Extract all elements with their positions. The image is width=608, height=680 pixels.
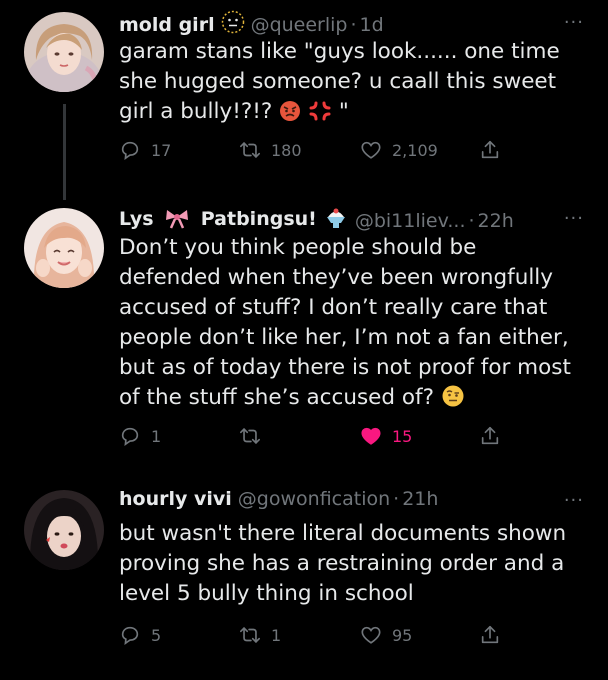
reply-button[interactable]: 1 <box>119 425 161 447</box>
timestamp[interactable]: 21h <box>402 488 438 510</box>
like-icon <box>361 427 381 445</box>
retweet-button[interactable]: 180 <box>239 139 302 161</box>
share-icon <box>481 140 499 159</box>
display-name-part2: Patbingsu! <box>200 208 317 230</box>
tweet-header: hourly vivi @gowonfication · 21h <box>119 488 578 510</box>
share-icon <box>481 625 499 644</box>
more-icon[interactable]: ··· <box>564 12 584 33</box>
tweet-header: mold girl @queerlip · 1d <box>119 10 578 39</box>
like-count: 15 <box>392 426 413 446</box>
handle[interactable]: @bi11liev... <box>355 210 466 232</box>
angry-face-emoji-icon <box>279 100 301 131</box>
separator-dot: · <box>393 488 400 510</box>
retweet-icon <box>240 627 260 643</box>
action-bar: 1 15 <box>119 425 584 455</box>
handle[interactable]: @queerlip <box>251 14 348 36</box>
ribbon-emoji-icon <box>164 207 190 234</box>
retweet-button[interactable] <box>239 425 271 447</box>
retweet-icon <box>240 142 260 158</box>
retweet-count: 180 <box>271 140 302 160</box>
like-icon <box>361 626 381 644</box>
share-button[interactable] <box>479 425 511 447</box>
display-name-part1: Lys <box>119 208 154 230</box>
raised-eyebrow-emoji-icon <box>441 384 465 417</box>
share-button[interactable] <box>479 624 511 646</box>
retweet-count: 1 <box>271 625 282 645</box>
more-icon[interactable]: ··· <box>564 490 584 511</box>
separator-dot: · <box>468 209 475 232</box>
display-name[interactable]: hourly vivi <box>119 488 232 510</box>
action-bar: 17 180 2,109 <box>119 139 584 169</box>
share-icon <box>481 426 499 445</box>
tweet-text: garam stans like "guys look...... one ti… <box>119 37 584 131</box>
shaved-ice-emoji-icon <box>323 206 349 235</box>
tweet-text: Don’t you think people should be defende… <box>119 233 584 417</box>
action-bar: 5 1 95 <box>119 624 584 654</box>
handle[interactable]: @gowonfication <box>238 488 390 510</box>
timestamp[interactable]: 22h <box>478 210 514 232</box>
like-button[interactable]: 95 <box>360 624 412 646</box>
like-count: 95 <box>392 625 413 645</box>
tweet-text-main: Don’t you think people should be defende… <box>119 235 571 410</box>
timestamp[interactable]: 1d <box>360 14 384 36</box>
retweet-button[interactable]: 1 <box>239 624 281 646</box>
like-count: 2,109 <box>392 140 438 160</box>
more-icon[interactable]: ··· <box>564 208 584 229</box>
reply-icon <box>121 626 139 645</box>
tweet-1[interactable]: mold girl @queerlip · 1d ··· garam stans… <box>0 0 608 200</box>
retweet-icon <box>240 428 260 444</box>
display-name[interactable]: Lys Patbingsu! <box>119 207 317 234</box>
tweet-header: Lys Patbingsu! @bi11liev... · 22h <box>119 206 578 235</box>
avatar[interactable] <box>24 12 104 92</box>
share-button[interactable] <box>479 139 511 161</box>
reply-button[interactable]: 5 <box>119 624 161 646</box>
anger-symbol-emoji-icon <box>308 100 332 131</box>
tweet-text: but wasn't there literal documents shown… <box>119 521 567 606</box>
display-name[interactable]: mold girl <box>119 14 215 36</box>
avatar[interactable] <box>24 490 104 570</box>
reply-count: 1 <box>151 426 162 446</box>
like-button[interactable]: 15 <box>360 425 412 447</box>
reply-count: 5 <box>151 625 162 645</box>
tweet-3[interactable]: hourly vivi @gowonfication · 21h ··· but… <box>0 472 608 680</box>
reply-icon <box>121 141 139 160</box>
reply-button[interactable]: 17 <box>119 139 171 161</box>
tweet-text-tail: " <box>338 99 349 124</box>
like-icon <box>361 141 381 159</box>
tweet-2[interactable]: Lys Patbingsu! @bi11liev... · 22h ··· Do… <box>0 200 608 472</box>
avatar[interactable] <box>24 208 104 288</box>
reply-icon <box>121 427 139 446</box>
like-button[interactable]: 2,109 <box>360 139 438 161</box>
neutral-face-emoji-icon <box>221 10 245 39</box>
separator-dot: · <box>350 13 357 36</box>
reply-count: 17 <box>151 140 172 160</box>
